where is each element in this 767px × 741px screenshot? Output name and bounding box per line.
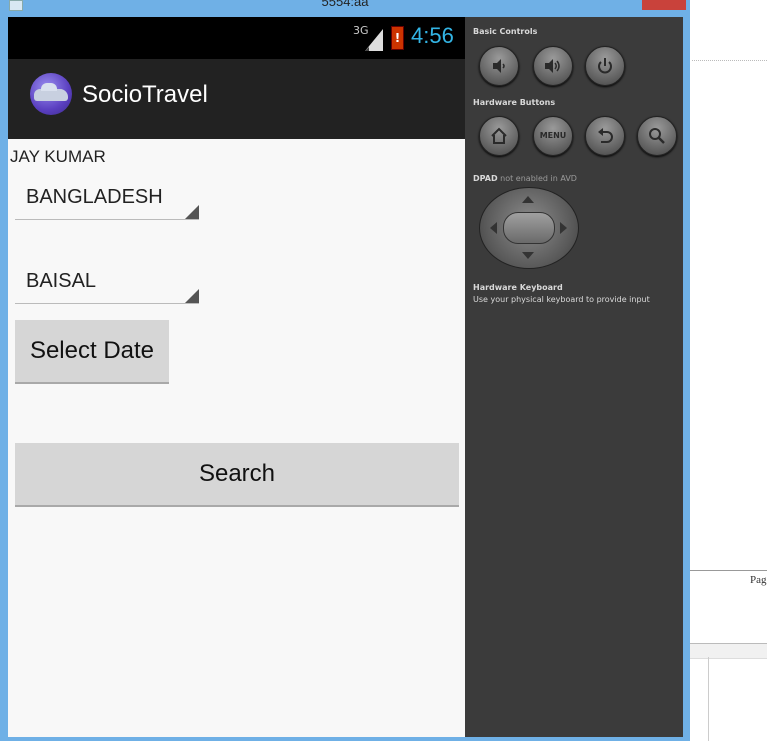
basic-controls-label: Basic Controls <box>473 27 538 36</box>
document-margin-line <box>708 657 709 741</box>
app-title: SocioTravel <box>82 81 208 108</box>
dpad-right-icon[interactable] <box>560 222 567 234</box>
country-spinner-value: BANGLADESH <box>26 186 163 208</box>
emulator-controls-panel: Basic Controls Hardware Buttons MENU DPA… <box>465 17 683 737</box>
menu-button-label: MENU <box>539 131 567 140</box>
volume-down-icon <box>493 59 505 73</box>
dpad-status-label: DPAD not enabled in AVD <box>473 174 577 183</box>
window-titlebar[interactable]: 5554:aa <box>0 0 690 17</box>
window-border-right <box>683 17 690 741</box>
hardware-keyboard-hint: Use your physical keyboard to provide in… <box>473 295 650 304</box>
window-border-bottom <box>0 737 690 741</box>
spinner-dropdown-icon <box>185 205 199 219</box>
hardware-search-button[interactable] <box>637 116 677 156</box>
search-icon <box>649 128 665 144</box>
back-icon <box>598 128 613 143</box>
volume-up-button[interactable] <box>533 46 573 86</box>
main-content: JAY KUMAR BANGLADESH BAISAL Select Date … <box>8 139 465 737</box>
home-button[interactable] <box>479 116 519 156</box>
device-screen: 3G ! 4:56 SocioTravel JAY KUMAR BANGLADE… <box>8 17 465 737</box>
status-time: 4:56 <box>411 23 454 48</box>
home-icon <box>491 127 507 144</box>
window-border-left <box>0 17 8 741</box>
country-spinner[interactable]: BANGLADESH <box>15 179 199 220</box>
dpad-label: DPAD <box>473 174 498 183</box>
window-close-button[interactable] <box>642 0 686 10</box>
document-toolbar-strip <box>690 643 767 659</box>
power-icon <box>598 58 612 74</box>
dpad-center-button[interactable] <box>503 212 555 244</box>
dpad-left-icon[interactable] <box>490 222 497 234</box>
user-name-label: JAY KUMAR <box>10 147 106 166</box>
hardware-buttons-label: Hardware Buttons <box>473 98 556 107</box>
document-divider <box>690 570 767 571</box>
city-spinner[interactable]: BAISAL <box>15 263 199 304</box>
background-document: Pag <box>690 0 767 741</box>
action-bar: SocioTravel <box>8 59 465 139</box>
dpad-down-icon[interactable] <box>522 252 534 259</box>
back-button[interactable] <box>585 116 625 156</box>
dpad-control[interactable] <box>479 187 579 269</box>
battery-alert-icon: ! <box>391 26 404 50</box>
power-button[interactable] <box>585 46 625 86</box>
select-date-button[interactable]: Select Date <box>15 320 169 384</box>
hardware-keyboard-label: Hardware Keyboard <box>473 283 563 292</box>
city-spinner-value: BAISAL <box>26 270 97 292</box>
volume-up-icon <box>545 59 560 73</box>
dpad-disabled-text: not enabled in AVD <box>497 174 577 183</box>
spinner-dropdown-icon <box>185 289 199 303</box>
document-page-label: Pag <box>750 574 767 586</box>
emulator-window: 5554:aa 3G ! 4:56 SocioTravel JAY KUMAR … <box>0 0 690 741</box>
window-title: 5554:aa <box>321 0 369 9</box>
document-ruler <box>692 60 767 67</box>
car-logo-icon <box>30 73 72 115</box>
search-button[interactable]: Search <box>15 443 459 507</box>
menu-button[interactable]: MENU <box>533 116 573 156</box>
dpad-up-icon[interactable] <box>522 196 534 203</box>
status-bar: 3G ! 4:56 <box>8 17 465 59</box>
volume-down-button[interactable] <box>479 46 519 86</box>
signal-strength-icon <box>365 29 383 51</box>
